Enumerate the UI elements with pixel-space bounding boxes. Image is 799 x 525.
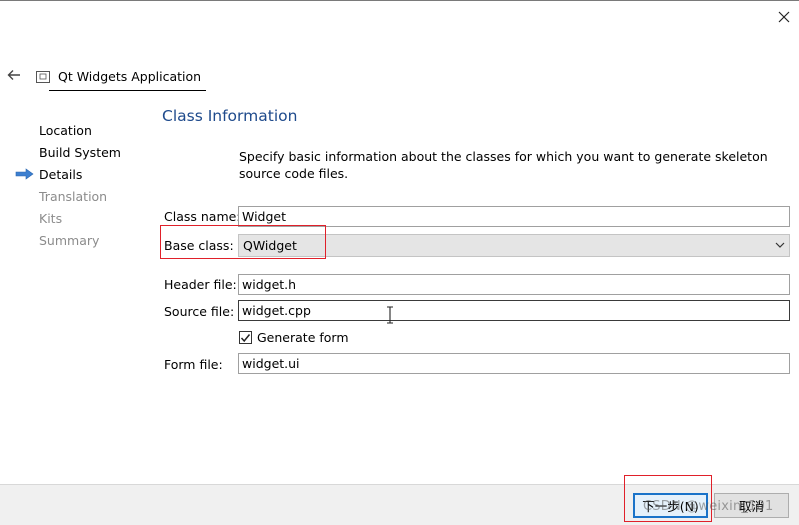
checkmark-icon: [240, 333, 251, 342]
form-file-label: Form file:: [164, 357, 223, 372]
wizard-steps: Location Build System Details Translatio…: [15, 122, 121, 254]
generate-form-checkbox[interactable]: [239, 331, 252, 344]
step-build-system: Build System: [39, 145, 121, 160]
step-summary: Summary: [39, 233, 100, 248]
close-button[interactable]: [772, 5, 796, 29]
step-location: Location: [39, 123, 92, 138]
current-step-arrow-icon: [15, 168, 34, 180]
back-arrow-icon: [7, 70, 20, 80]
back-button[interactable]: [4, 65, 24, 85]
step-translation: Translation: [39, 189, 108, 204]
generate-form-label: Generate form: [257, 330, 349, 345]
watermark: CSDN @weixin_101: [643, 499, 774, 514]
app-window-icon: [36, 70, 50, 83]
header-file-field[interactable]: widget.h: [238, 274, 790, 295]
class-name-label: Class name:: [164, 209, 241, 224]
form-file-field[interactable]: widget.ui: [238, 353, 790, 374]
wizard-window: Qt Widgets Application Location Build Sy…: [0, 0, 799, 525]
source-file-label: Source file:: [164, 304, 235, 319]
source-file-field[interactable]: widget.cpp: [238, 300, 790, 321]
base-class-highlight: [160, 225, 326, 259]
chevron-down-icon: [775, 242, 785, 248]
page-title: Class Information: [162, 107, 298, 125]
step-kits: Kits: [39, 211, 63, 226]
text-cursor-icon: [387, 306, 393, 324]
header-file-label: Header file:: [164, 277, 237, 292]
class-name-field[interactable]: Widget: [238, 206, 790, 227]
step-details: Details: [15, 166, 121, 188]
wizard-title: Qt Widgets Application: [36, 65, 206, 91]
close-icon: [778, 11, 790, 23]
wizard-title-text: Qt Widgets Application: [58, 69, 202, 84]
page-description: Specify basic information about the clas…: [239, 149, 768, 181]
